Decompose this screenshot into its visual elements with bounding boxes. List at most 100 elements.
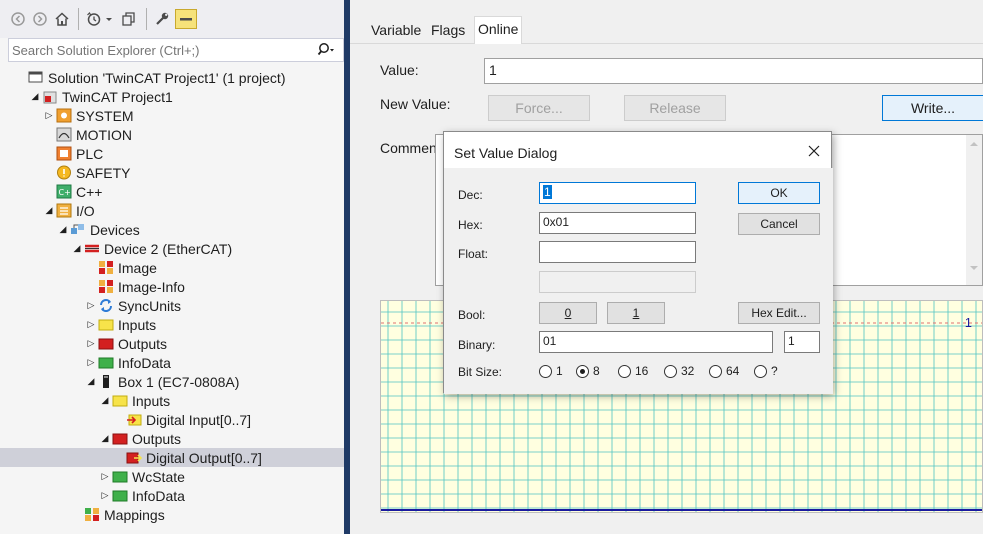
tree-item[interactable]: ◢ I/O bbox=[0, 201, 344, 220]
float-label: Float: bbox=[458, 247, 489, 261]
forward-icon[interactable] bbox=[30, 9, 50, 29]
hex-edit-button[interactable]: Hex Edit... bbox=[738, 302, 820, 324]
tree-item[interactable]: PLC bbox=[0, 144, 344, 163]
chart-value-label: 1 bbox=[964, 315, 972, 330]
tree-item-label: SyncUnits bbox=[118, 298, 182, 314]
mappings-icon bbox=[84, 507, 100, 522]
tree-item-label: TwinCAT Project1 bbox=[62, 89, 173, 105]
expand-open-icon[interactable]: ◢ bbox=[86, 375, 96, 387]
tree-item-label: Mappings bbox=[104, 507, 165, 523]
image-info-icon bbox=[98, 279, 114, 294]
scroll-arrows-icon[interactable] bbox=[966, 135, 982, 285]
expand-open-icon[interactable]: ◢ bbox=[30, 90, 40, 102]
float-input[interactable] bbox=[539, 241, 696, 263]
expand-closed-icon[interactable]: ▷ bbox=[100, 489, 110, 501]
tree-item[interactable]: ◢ Inputs bbox=[0, 391, 344, 410]
tree-item[interactable]: SAFETY bbox=[0, 163, 344, 182]
tab-strip: Variable Flags Online bbox=[350, 0, 983, 44]
explorer-toolbar bbox=[0, 0, 344, 38]
bool-1-button[interactable]: 1 bbox=[607, 302, 665, 324]
preview-selected-icon[interactable] bbox=[175, 9, 197, 29]
expand-closed-icon[interactable]: ▷ bbox=[100, 470, 110, 482]
tree-item[interactable]: ◢ Device 2 (EtherCAT) bbox=[0, 239, 344, 258]
ethercat-device-icon bbox=[84, 241, 100, 256]
history-dropdown-icon[interactable] bbox=[104, 9, 114, 29]
float-extra-field bbox=[539, 271, 696, 293]
back-icon[interactable] bbox=[8, 9, 28, 29]
bitsize-radio[interactable]: 64 bbox=[709, 363, 739, 379]
expand-open-icon[interactable]: ◢ bbox=[72, 242, 82, 254]
tab-flags[interactable]: Flags bbox=[428, 18, 468, 42]
bitsize-radio[interactable]: 16 bbox=[618, 363, 648, 379]
tree-item[interactable]: ▷ InfoData bbox=[0, 353, 344, 372]
tree-item[interactable]: ◢ Box 1 (EC7-0808A) bbox=[0, 372, 344, 391]
history-icon[interactable] bbox=[84, 9, 104, 29]
expand-closed-icon[interactable]: ▷ bbox=[86, 299, 96, 311]
force-button[interactable]: Force... bbox=[488, 95, 590, 121]
write-button[interactable]: Write... bbox=[882, 95, 983, 121]
search-box[interactable] bbox=[8, 38, 344, 62]
bitsize-radio[interactable]: 8 bbox=[576, 363, 600, 379]
bitsize-radio-label: 8 bbox=[593, 364, 600, 378]
properties-icon[interactable] bbox=[152, 9, 172, 29]
tree-item-label: Solution 'TwinCAT Project1' (1 project) bbox=[48, 70, 286, 86]
tree-item[interactable]: MOTION bbox=[0, 125, 344, 144]
expand-open-icon[interactable]: ◢ bbox=[100, 432, 110, 444]
expand-closed-icon[interactable]: ▷ bbox=[86, 318, 96, 330]
search-icon[interactable] bbox=[317, 42, 335, 58]
hex-label: Hex: bbox=[458, 218, 483, 232]
binary-input[interactable]: 01 bbox=[539, 331, 773, 353]
tree-item[interactable]: C+ C++ bbox=[0, 182, 344, 201]
release-button[interactable]: Release bbox=[624, 95, 726, 121]
binary-bit-count: 1 bbox=[784, 331, 820, 353]
close-icon[interactable] bbox=[805, 142, 823, 160]
box-icon bbox=[98, 374, 114, 389]
expand-closed-icon[interactable]: ▷ bbox=[86, 337, 96, 349]
tree-item[interactable]: ▷ SYSTEM bbox=[0, 106, 344, 125]
tree-item[interactable]: Solution 'TwinCAT Project1' (1 project) bbox=[0, 68, 344, 87]
hex-input[interactable]: 0x01 bbox=[539, 212, 696, 234]
home-icon[interactable] bbox=[52, 9, 72, 29]
tree-item[interactable]: Mappings bbox=[0, 505, 344, 524]
tree-item[interactable]: Digital Output[0..7] bbox=[0, 448, 344, 467]
tree-item[interactable]: ▷ InfoData bbox=[0, 486, 344, 505]
bitsize-radio-label: ? bbox=[771, 364, 778, 378]
digital-input-icon bbox=[126, 412, 142, 427]
tree-item[interactable]: Digital Input[0..7] bbox=[0, 410, 344, 429]
dialog-title: Set Value Dialog bbox=[454, 145, 558, 161]
tree-item[interactable]: ◢ Devices bbox=[0, 220, 344, 239]
tree-item[interactable]: ▷ WcState bbox=[0, 467, 344, 486]
cpp-icon: C+ bbox=[56, 184, 72, 199]
tree-item-label: Digital Input[0..7] bbox=[146, 412, 252, 428]
dec-input[interactable]: 1 bbox=[539, 182, 696, 204]
tree-item[interactable]: ▷ Inputs bbox=[0, 315, 344, 334]
pending-changes-icon[interactable] bbox=[118, 9, 138, 29]
tab-online[interactable]: Online bbox=[474, 16, 523, 44]
expand-closed-icon[interactable]: ▷ bbox=[86, 356, 96, 368]
expand-closed-icon[interactable]: ▷ bbox=[44, 109, 54, 121]
bool-label: Bool: bbox=[458, 308, 486, 322]
infodata-icon bbox=[98, 355, 114, 370]
tree-item[interactable]: ▷ Outputs bbox=[0, 334, 344, 353]
outputs-icon bbox=[112, 431, 128, 446]
bitsize-radio[interactable]: 1 bbox=[539, 363, 563, 379]
comment-scrollbar[interactable] bbox=[966, 135, 982, 285]
bitsize-radio[interactable]: 32 bbox=[664, 363, 694, 379]
tree-item[interactable]: Image bbox=[0, 258, 344, 277]
expand-open-icon[interactable]: ◢ bbox=[58, 223, 68, 235]
tree-item[interactable]: ◢ TwinCAT Project1 bbox=[0, 87, 344, 106]
tab-variable[interactable]: Variable bbox=[368, 18, 424, 42]
expand-open-icon[interactable]: ◢ bbox=[44, 204, 54, 216]
plc-icon bbox=[56, 146, 72, 161]
bool-0-button[interactable]: 0 bbox=[539, 302, 597, 324]
bitsize-radio[interactable]: ? bbox=[754, 363, 778, 379]
value-label: Value: bbox=[380, 62, 419, 78]
ok-button[interactable]: OK bbox=[738, 182, 820, 204]
solution-icon bbox=[28, 70, 44, 85]
cancel-button[interactable]: Cancel bbox=[738, 213, 820, 235]
search-input[interactable] bbox=[12, 41, 302, 59]
expand-open-icon[interactable]: ◢ bbox=[100, 394, 110, 406]
tree-item[interactable]: Image-Info bbox=[0, 277, 344, 296]
tree-item[interactable]: ▷ SyncUnits bbox=[0, 296, 344, 315]
tree-item[interactable]: ◢ Outputs bbox=[0, 429, 344, 448]
